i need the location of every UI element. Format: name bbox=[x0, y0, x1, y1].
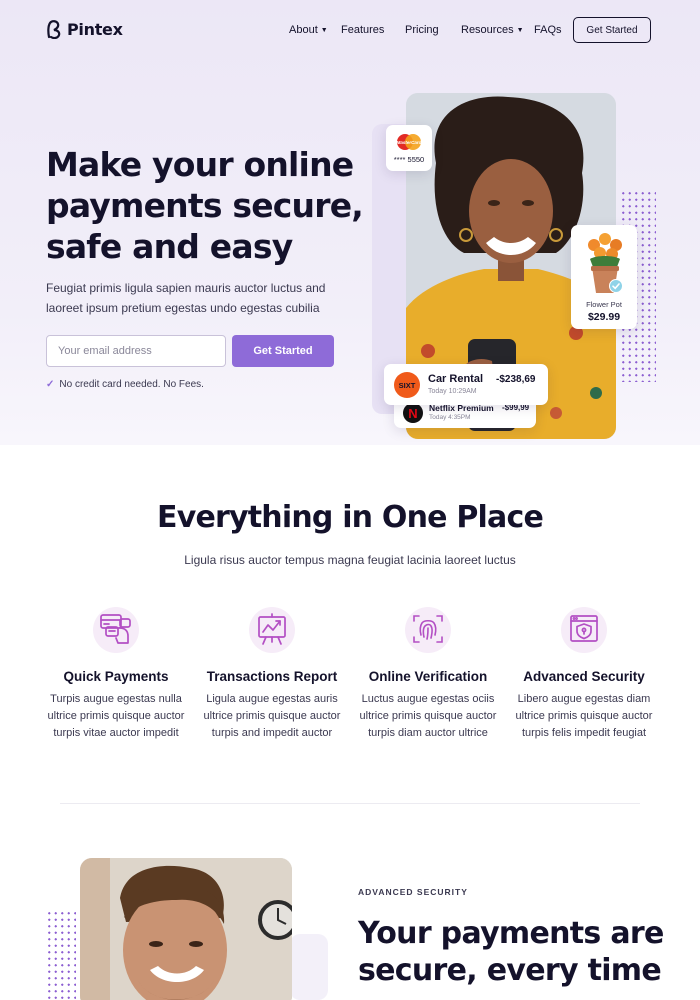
nav-label: FAQs bbox=[534, 24, 562, 36]
dot-pattern bbox=[46, 910, 76, 1000]
feature-description: Turpis augue egestas nulla ultrice primi… bbox=[47, 693, 185, 739]
nav-label: About bbox=[289, 24, 318, 36]
mastercard-logo-icon: MasterCard bbox=[393, 132, 425, 152]
security-shield-icon bbox=[558, 604, 610, 656]
feature-transactions-report: Transactions Report Ligula augue egestas… bbox=[197, 604, 347, 742]
feature-quick-payments: Quick Payments Turpis augue egestas null… bbox=[41, 604, 191, 742]
photo-backdrop bbox=[290, 934, 328, 1000]
nav-item-faqs[interactable]: FAQs bbox=[534, 24, 562, 36]
hero-get-started-button[interactable]: Get Started bbox=[232, 335, 334, 367]
nav-item-pricing[interactable]: Pricing bbox=[405, 24, 439, 36]
nav-item-features[interactable]: Features bbox=[341, 24, 384, 36]
smiling-man-image bbox=[80, 858, 292, 1000]
fingerprint-icon bbox=[402, 604, 454, 656]
nav-get-started-button[interactable]: Get Started bbox=[573, 17, 651, 43]
feature-description: Luctus augue egestas ociis ultrice primi… bbox=[359, 693, 497, 739]
nav-label: Resources bbox=[461, 24, 514, 36]
transaction-time: Today 4:35PM bbox=[429, 414, 471, 421]
transaction-amount: -$238,69 bbox=[496, 374, 536, 385]
logo-text: Pintex bbox=[67, 20, 123, 39]
no-fees-note: ✓ No credit card needed. No Fees. bbox=[46, 379, 204, 390]
card-number: **** 5550 bbox=[393, 155, 425, 164]
note-text: No credit card needed. No Fees. bbox=[59, 379, 204, 390]
section-divider bbox=[60, 803, 640, 804]
email-input[interactable] bbox=[46, 335, 226, 367]
verified-check-icon bbox=[609, 279, 623, 293]
product-card: Flower Pot $29.99 bbox=[571, 225, 637, 329]
product-price: $29.99 bbox=[587, 311, 621, 323]
card-brand-text: MasterCard bbox=[397, 140, 422, 145]
feature-description: Ligula augue egestas auris ultrice primi… bbox=[203, 693, 341, 739]
hero-section: Pintex About ▼ Features Pricing Resources… bbox=[0, 0, 700, 445]
product-name: Flower Pot bbox=[586, 300, 622, 309]
hero-subtitle: Feugiat primis ligula sapien mauris auct… bbox=[46, 281, 326, 315]
payments-icon bbox=[90, 604, 142, 656]
nav-item-about[interactable]: About ▼ bbox=[289, 24, 328, 36]
transaction-card-car-rental: SIXT Car Rental Today 10:29AM -$238,69 bbox=[384, 364, 548, 405]
features-title: Everything in One Place bbox=[157, 500, 544, 535]
report-chart-icon bbox=[246, 604, 298, 656]
section-eyebrow: ADVANCED SECURITY bbox=[358, 887, 468, 897]
feature-title: Transactions Report bbox=[206, 669, 338, 684]
check-icon: ✓ bbox=[46, 379, 55, 390]
feature-advanced-security: Advanced Security Libero augue egestas d… bbox=[509, 604, 659, 742]
feature-online-verification: Online Verification Luctus augue egestas… bbox=[353, 604, 503, 742]
logo[interactable]: Pintex bbox=[46, 20, 123, 39]
nav-item-resources[interactable]: Resources ▼ bbox=[461, 24, 524, 36]
feature-title: Online Verification bbox=[368, 669, 488, 684]
payment-card-badge: MasterCard **** 5550 bbox=[386, 125, 432, 171]
transaction-time: Today 10:29AM bbox=[428, 388, 477, 395]
chevron-down-icon: ▼ bbox=[516, 26, 524, 34]
sixt-logo-icon: SIXT bbox=[394, 372, 420, 398]
netflix-logo-icon: N bbox=[403, 403, 423, 423]
feature-title: Quick Payments bbox=[63, 669, 169, 684]
security-title: Your payments are secure, every time bbox=[358, 916, 664, 988]
logo-icon bbox=[47, 20, 61, 39]
features-subtitle: Ligula risus auctor tempus magna feugiat… bbox=[184, 553, 516, 567]
feature-title: Advanced Security bbox=[523, 669, 645, 684]
transaction-name: Car Rental bbox=[428, 373, 484, 385]
hero-title: Make your online payments secure, safe a… bbox=[46, 145, 364, 266]
feature-description: Libero augue egestas diam ultrice primis… bbox=[515, 693, 653, 739]
nav-label: Features bbox=[341, 24, 385, 36]
navbar: Pintex About ▼ Features Pricing Resources… bbox=[0, 17, 700, 45]
chevron-down-icon: ▼ bbox=[320, 26, 328, 34]
nav-label: Pricing bbox=[405, 24, 439, 36]
